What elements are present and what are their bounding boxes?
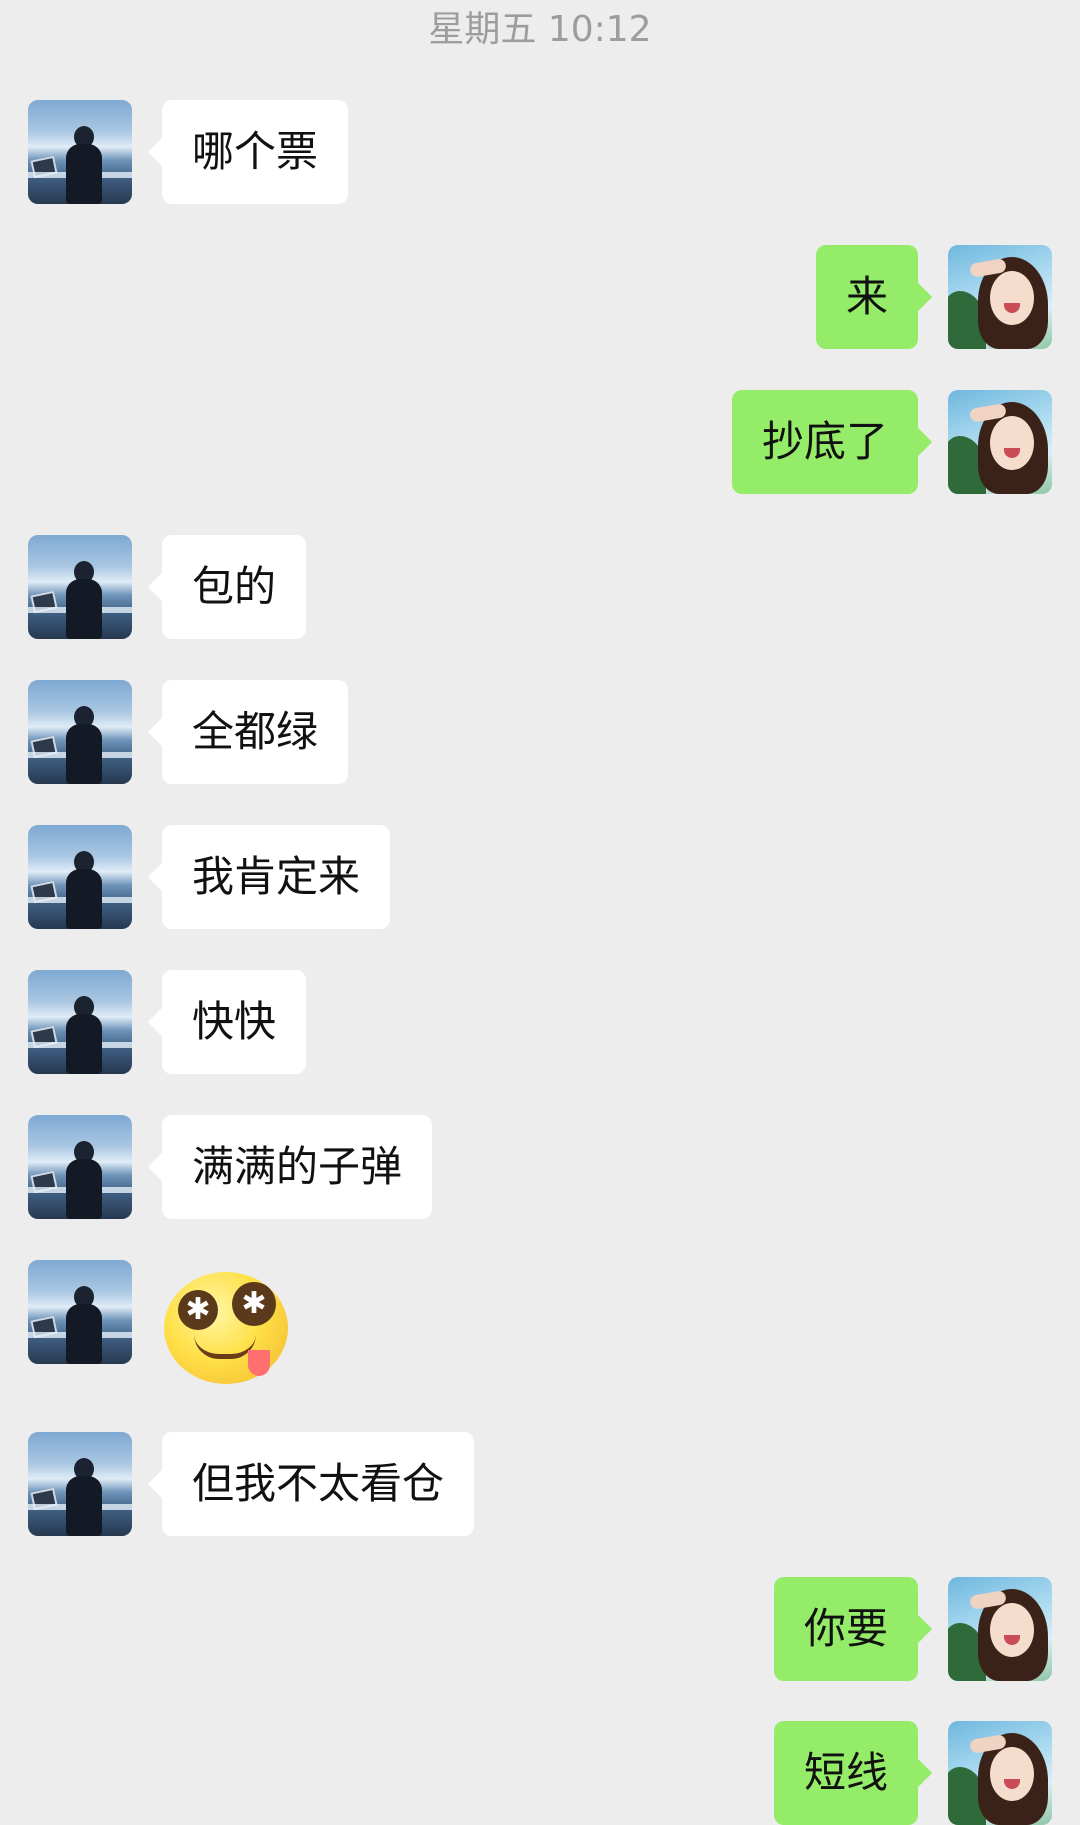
contact-avatar[interactable]	[28, 825, 132, 929]
message-row: 但我不太看仓	[0, 1432, 1080, 1536]
message-row: 抄底了	[0, 390, 1080, 494]
message-row: 满满的子弹	[0, 1115, 1080, 1219]
message-bubble[interactable]: 短线	[773, 1721, 918, 1825]
message-bubble[interactable]: 但我不太看仓	[162, 1432, 475, 1536]
message-row: 包的	[0, 535, 1080, 639]
message-row: ✱ ✱	[0, 1260, 1080, 1390]
my-avatar[interactable]	[948, 1577, 1052, 1681]
contact-avatar[interactable]	[28, 970, 132, 1074]
message-bubble[interactable]: 来	[815, 245, 918, 349]
message-row: 来	[0, 245, 1080, 349]
message-bubble[interactable]: 全都绿	[162, 680, 349, 784]
message-bubble[interactable]: 哪个票	[162, 100, 349, 204]
message-bubble[interactable]: 你要	[773, 1577, 918, 1681]
message-row: 短线	[0, 1721, 1080, 1825]
message-row: 全都绿	[0, 680, 1080, 784]
chat-timestamp: 星期五 10:12	[428, 9, 652, 50]
contact-avatar[interactable]	[28, 100, 132, 204]
contact-avatar[interactable]	[28, 535, 132, 639]
message-bubble[interactable]: 我肯定来	[162, 825, 391, 929]
message-row: 你要	[0, 1577, 1080, 1681]
contact-avatar[interactable]	[28, 1260, 132, 1364]
dizzy-eyes-tongue-sticker[interactable]: ✱ ✱	[164, 1272, 290, 1384]
message-row: 快快	[0, 970, 1080, 1074]
my-avatar[interactable]	[948, 1721, 1052, 1825]
contact-avatar[interactable]	[28, 1432, 132, 1536]
message-bubble[interactable]: 抄底了	[731, 390, 918, 494]
contact-avatar[interactable]	[28, 1115, 132, 1219]
message-row: 我肯定来	[0, 825, 1080, 929]
my-avatar[interactable]	[948, 390, 1052, 494]
my-avatar[interactable]	[948, 245, 1052, 349]
message-row: 哪个票	[0, 100, 1080, 204]
message-bubble[interactable]: 包的	[162, 535, 307, 639]
contact-avatar[interactable]	[28, 680, 132, 784]
message-bubble[interactable]: 满满的子弹	[162, 1115, 433, 1219]
message-bubble[interactable]: 快快	[162, 970, 307, 1074]
chat-window: 星期五 10:12 哪个票 来 抄底了 包的 全都绿 我肯定来 快快 满满的子弹…	[0, 0, 1080, 1825]
